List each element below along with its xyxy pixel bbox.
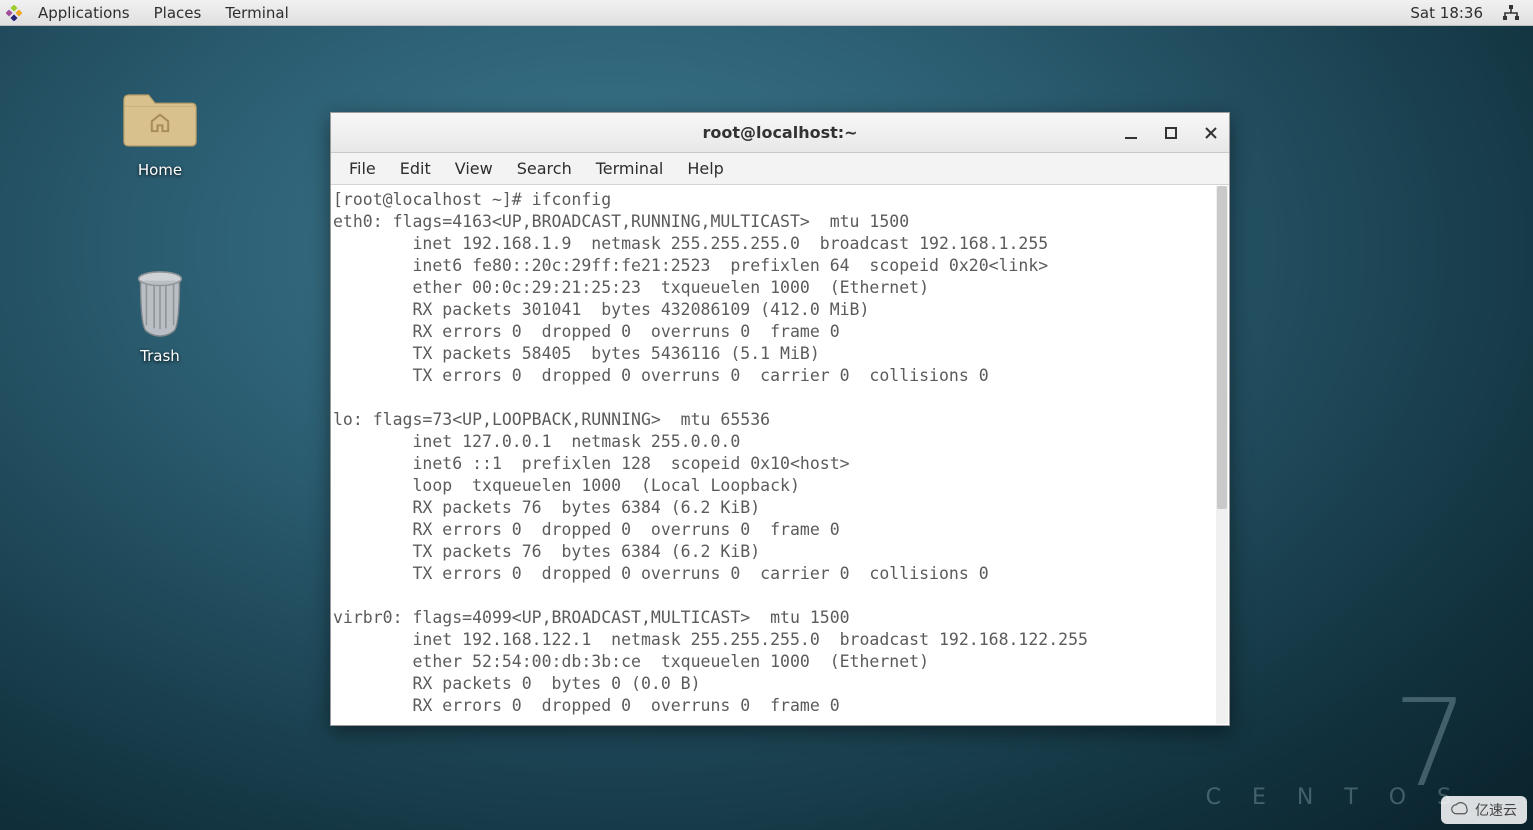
watermark: 亿速云 (1441, 796, 1527, 824)
menu-file[interactable]: File (337, 159, 388, 178)
terminal-window: root@localhost:~ File Edit View Search T… (330, 112, 1230, 726)
terminal-body[interactable]: [root@localhost ~]# ifconfig eth0: flags… (331, 185, 1229, 725)
desktop-icon-trash[interactable]: Trash (100, 266, 220, 365)
menu-help[interactable]: Help (675, 159, 735, 178)
desktop-icon-label: Home (100, 161, 220, 179)
panel-menu-places[interactable]: Places (142, 0, 214, 26)
menu-terminal[interactable]: Terminal (584, 159, 676, 178)
terminal-output: [root@localhost ~]# ifconfig eth0: flags… (331, 185, 1229, 725)
window-minimize-button[interactable] (1121, 123, 1141, 143)
window-titlebar[interactable]: root@localhost:~ (331, 113, 1229, 153)
terminal-menubar: File Edit View Search Terminal Help (331, 153, 1229, 185)
window-close-button[interactable] (1201, 123, 1221, 143)
window-title: root@localhost:~ (331, 123, 1229, 142)
menu-edit[interactable]: Edit (388, 159, 443, 178)
window-maximize-button[interactable] (1161, 123, 1181, 143)
scrollbar-thumb[interactable] (1217, 186, 1227, 509)
menu-search[interactable]: Search (505, 159, 584, 178)
folder-home-icon (115, 80, 205, 155)
panel-menu-applications[interactable]: Applications (26, 0, 142, 26)
panel-menu-terminal[interactable]: Terminal (213, 0, 300, 26)
panel-clock[interactable]: Sat 18:36 (1398, 4, 1495, 22)
desktop-icon-label: Trash (100, 347, 220, 365)
terminal-scrollbar[interactable] (1216, 186, 1228, 724)
desktop-icon-home[interactable]: Home (100, 80, 220, 179)
menu-view[interactable]: View (443, 159, 505, 178)
centos-wordmark: 7 C E N T O S (1206, 697, 1463, 810)
trash-icon (115, 266, 205, 341)
top-panel: Applications Places Terminal Sat 18:36 (0, 0, 1533, 26)
distro-logo-icon (6, 5, 22, 21)
network-icon[interactable] (1501, 3, 1521, 23)
